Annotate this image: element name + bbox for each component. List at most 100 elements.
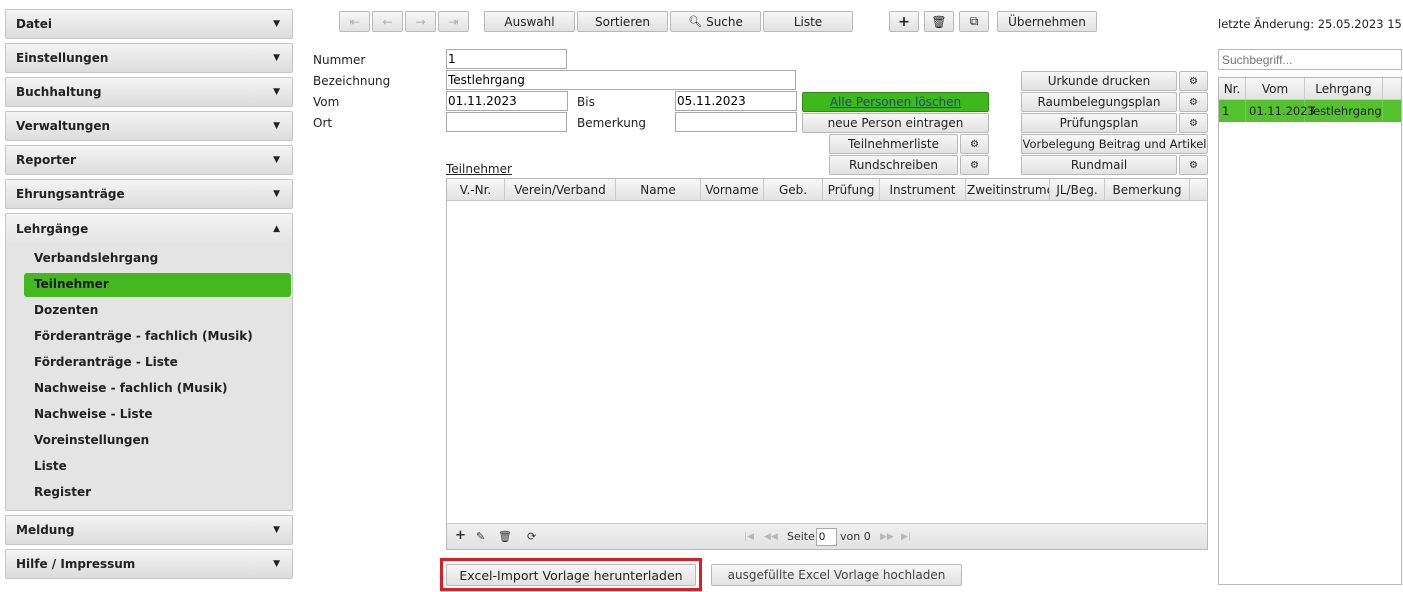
grid-col-pruefung[interactable]: Prüfung: [823, 179, 880, 200]
list-col-vom[interactable]: Vom: [1246, 78, 1305, 99]
raumbelegungsplan-button[interactable]: Raumbelegungsplan: [1021, 92, 1177, 112]
grid-col-bemerkung[interactable]: Bemerkung: [1105, 179, 1190, 200]
grid-col-vorname[interactable]: Vorname: [701, 179, 764, 200]
prev-page-icon[interactable]: ◀◀: [764, 532, 778, 542]
sortieren-button[interactable]: Sortieren: [577, 11, 668, 32]
sidebar-item-foerderantraege-fachlich[interactable]: Förderanträge - fachlich (Musik): [6, 324, 292, 350]
urkunde-drucken-button[interactable]: Urkunde drucken: [1021, 71, 1177, 91]
prev-record-button[interactable]: ←: [372, 11, 403, 32]
suche-label: Suche: [706, 14, 743, 29]
last-page-icon[interactable]: ▶|: [901, 532, 911, 542]
vorbelegung-button[interactable]: Vorbelegung Beitrag und Artikel: [1021, 134, 1208, 154]
list-col-lehrgang[interactable]: Lehrgang: [1305, 78, 1383, 99]
list-item[interactable]: 1 01.11.2023 Testlehrgang: [1219, 100, 1401, 122]
edit-icon[interactable]: ✎: [476, 530, 485, 543]
sidebar-item-voreinstellungen[interactable]: Voreinstellungen: [6, 428, 292, 454]
gear-icon: ⚙: [1189, 75, 1198, 87]
delete-button[interactable]: 🗑︎: [924, 11, 954, 32]
arrow-left-icon: ←: [382, 14, 393, 29]
pruefungsplan-settings-button[interactable]: ⚙: [1179, 113, 1208, 133]
last-icon: ⇥: [448, 14, 459, 29]
rundmail-settings-button[interactable]: ⚙: [1179, 155, 1208, 175]
gear-icon: ⚙: [1189, 96, 1198, 108]
liste-button[interactable]: Liste: [763, 11, 853, 32]
grid-header: V.-Nr. Verein/Verband Name Vorname Geb. …: [447, 179, 1207, 201]
alle-personen-loeschen-button[interactable]: Alle Personen löschen: [802, 92, 989, 112]
trash-icon[interactable]: 🗑︎: [498, 530, 512, 543]
first-record-button[interactable]: ⇤: [339, 11, 370, 32]
urkunde-settings-button[interactable]: ⚙: [1179, 71, 1208, 91]
refresh-icon[interactable]: ⟳: [527, 530, 536, 543]
sidebar-section-einstellungen[interactable]: Einstellungen ▼: [5, 43, 293, 73]
last-record-button[interactable]: ⇥: [438, 11, 469, 32]
gear-icon: ⚙: [1189, 159, 1198, 171]
sidebar-item-nachweise-fachlich[interactable]: Nachweise - fachlich (Musik): [6, 376, 292, 402]
grid-col-verein[interactable]: Verein/Verband: [505, 179, 616, 200]
add-button[interactable]: +: [889, 11, 919, 32]
sidebar-item-teilnehmer[interactable]: Teilnehmer: [24, 273, 291, 297]
uebernehmen-button[interactable]: Übernehmen: [997, 11, 1097, 32]
nummer-field[interactable]: [446, 49, 567, 69]
sidebar-section-hilfe[interactable]: Hilfe / Impressum ▼: [5, 549, 293, 579]
auswahl-button[interactable]: Auswahl: [484, 11, 575, 32]
sidebar-item-verbandslehrgang[interactable]: Verbandslehrgang: [6, 246, 292, 272]
grid-col-jl-beg[interactable]: JL/Beg.: [1050, 179, 1105, 200]
sidebar-section-label: Buchhaltung: [16, 85, 102, 99]
first-icon: ⇤: [349, 14, 360, 29]
sidebar-item-nachweise-liste[interactable]: Nachweise - Liste: [6, 402, 292, 428]
copy-button[interactable]: ⧉: [959, 11, 989, 32]
teilnehmerliste-button[interactable]: Teilnehmerliste: [829, 134, 958, 154]
grid-col-instrument[interactable]: Instrument: [880, 179, 966, 200]
sidebar-section-buchhaltung[interactable]: Buchhaltung ▼: [5, 77, 293, 107]
gear-icon: ⚙: [970, 159, 979, 171]
bezeichnung-field[interactable]: [446, 70, 796, 90]
grid-col-geb[interactable]: Geb.: [764, 179, 823, 200]
suche-button[interactable]: 🔍︎ Suche: [670, 11, 761, 32]
caret-down-icon: ▼: [273, 53, 280, 63]
page-number-input[interactable]: [816, 528, 837, 546]
add-row-icon[interactable]: +: [455, 528, 466, 543]
sidebar-section-meldung[interactable]: Meldung ▼: [5, 515, 293, 545]
raumbelegung-settings-button[interactable]: ⚙: [1179, 92, 1208, 112]
sidebar-item-dozenten[interactable]: Dozenten: [6, 298, 292, 324]
page-total-label: von 0: [840, 530, 871, 543]
grid-footer: + ✎ 🗑︎ ⟳ |◀ ◀◀ Seite von 0 ▶▶ ▶|: [447, 523, 1207, 549]
bemerkung-field[interactable]: [675, 112, 797, 132]
grid-col-name[interactable]: Name: [616, 179, 701, 200]
sidebar-item-register[interactable]: Register: [6, 480, 292, 506]
sidebar-section-lehrgaenge-open: Lehrgänge ▲ Verbandslehrgang Teilnehmer D…: [5, 213, 293, 511]
rundmail-button[interactable]: Rundmail: [1021, 155, 1177, 175]
nummer-label: Nummer: [313, 53, 366, 67]
ort-field[interactable]: [446, 112, 567, 132]
sidebar-item-liste[interactable]: Liste: [6, 454, 292, 480]
vom-field[interactable]: [446, 91, 568, 111]
next-page-icon[interactable]: ▶▶: [880, 532, 894, 542]
sidebar-section-reporter[interactable]: Reporter ▼: [5, 145, 293, 175]
excel-vorlage-herunterladen-button[interactable]: Excel-Import Vorlage herunterladen: [446, 564, 696, 586]
search-icon: 🔍︎: [688, 15, 703, 28]
sidebar-section-verwaltungen[interactable]: Verwaltungen ▼: [5, 111, 293, 141]
grid-col-vnr[interactable]: V.-Nr.: [447, 179, 505, 200]
sidebar-section-label: Verwaltungen: [16, 119, 111, 133]
neue-person-button[interactable]: neue Person eintragen: [802, 113, 989, 133]
bezeichnung-label: Bezeichnung: [313, 74, 391, 88]
sidebar: Datei ▼ Einstellungen ▼ Buchhaltung ▼ Verwa…: [5, 9, 293, 583]
sidebar-section-datei[interactable]: Datei ▼: [5, 9, 293, 39]
rundschreiben-settings-button[interactable]: ⚙: [960, 155, 989, 175]
teilnehmerliste-settings-button[interactable]: ⚙: [960, 134, 989, 154]
excel-vorlage-hochladen-button[interactable]: ausgefüllte Excel Vorlage hochladen: [711, 564, 962, 586]
next-record-button[interactable]: →: [405, 11, 436, 32]
search-input[interactable]: [1218, 49, 1402, 70]
lehrgang-list-header: Nr. Vom Lehrgang: [1219, 78, 1401, 100]
list-col-nr[interactable]: Nr.: [1219, 78, 1246, 99]
bis-field[interactable]: [675, 91, 797, 111]
pruefungsplan-button[interactable]: Prüfungsplan: [1021, 113, 1177, 133]
rundschreiben-button[interactable]: Rundschreiben: [829, 155, 958, 175]
grid-col-zweitinstrument[interactable]: Zweitinstrument: [966, 179, 1050, 200]
sidebar-section-label: Meldung: [16, 523, 75, 537]
sidebar-section-ehrungsantraege[interactable]: Ehrungsanträge ▼: [5, 179, 293, 209]
caret-down-icon: ▼: [273, 155, 280, 165]
sidebar-item-foerderantraege-liste[interactable]: Förderanträge - Liste: [6, 350, 292, 376]
sidebar-section-lehrgaenge[interactable]: Lehrgänge ▲: [6, 214, 292, 244]
first-page-icon[interactable]: |◀: [744, 532, 754, 542]
